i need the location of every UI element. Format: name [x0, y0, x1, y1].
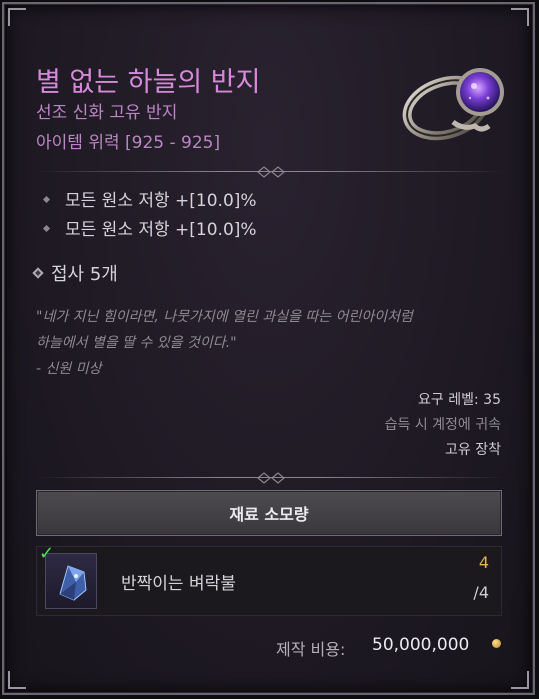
- flavor-text-author: - 신원 미상: [36, 361, 102, 377]
- bullet-icon: [42, 195, 51, 203]
- check-icon: ✓: [39, 543, 55, 564]
- material-have-count: 4: [478, 553, 489, 572]
- account-bound: 습득 시 계정에 귀속: [384, 417, 501, 433]
- material-name: 반짝이는 벼락불: [121, 574, 236, 594]
- frame-corner: [511, 671, 529, 689]
- item-power: 아이템 위력 [925 - 925]: [36, 133, 221, 153]
- flavor-text-line: 하늘에서 별을 딸 수 있을 것이다.": [36, 335, 237, 351]
- ring-icon: [402, 68, 504, 141]
- flavor-text-line: "네가 지닌 힘이라면, 나뭇가지에 열린 과실을 따는 어린아이처럼: [36, 309, 413, 325]
- material-row[interactable]: ✓ 반짝이는 벼락불 4 /4: [36, 543, 502, 616]
- gold-coin-icon: [492, 639, 501, 648]
- craft-cost-value: 50,000,000: [372, 635, 470, 655]
- bullet-icon: [42, 224, 51, 232]
- craft-cost-label: 제작 비용:: [276, 640, 346, 659]
- sockets-label: 접사 5개: [32, 260, 118, 286]
- affix-line: 모든 원소 저항 +[10.0]%: [42, 186, 257, 211]
- divider: [36, 166, 506, 178]
- material-need-count: /4: [473, 583, 489, 602]
- divider: [36, 472, 506, 484]
- required-level: 요구 레벨: 35: [418, 392, 501, 408]
- frame-corner: [8, 671, 26, 689]
- item-name: 별 없는 하늘의 반지: [36, 67, 261, 98]
- item-type: 선조 신화 고유 반지: [36, 103, 178, 123]
- materials-button[interactable]: 재료 소모량: [36, 490, 502, 536]
- unique-equipped: 고유 장착: [445, 442, 501, 458]
- affix-line: 모든 원소 저항 +[10.0]%: [42, 215, 257, 240]
- frame-corner: [8, 8, 26, 26]
- frame-corner: [511, 8, 529, 26]
- socket-icon: [32, 267, 44, 279]
